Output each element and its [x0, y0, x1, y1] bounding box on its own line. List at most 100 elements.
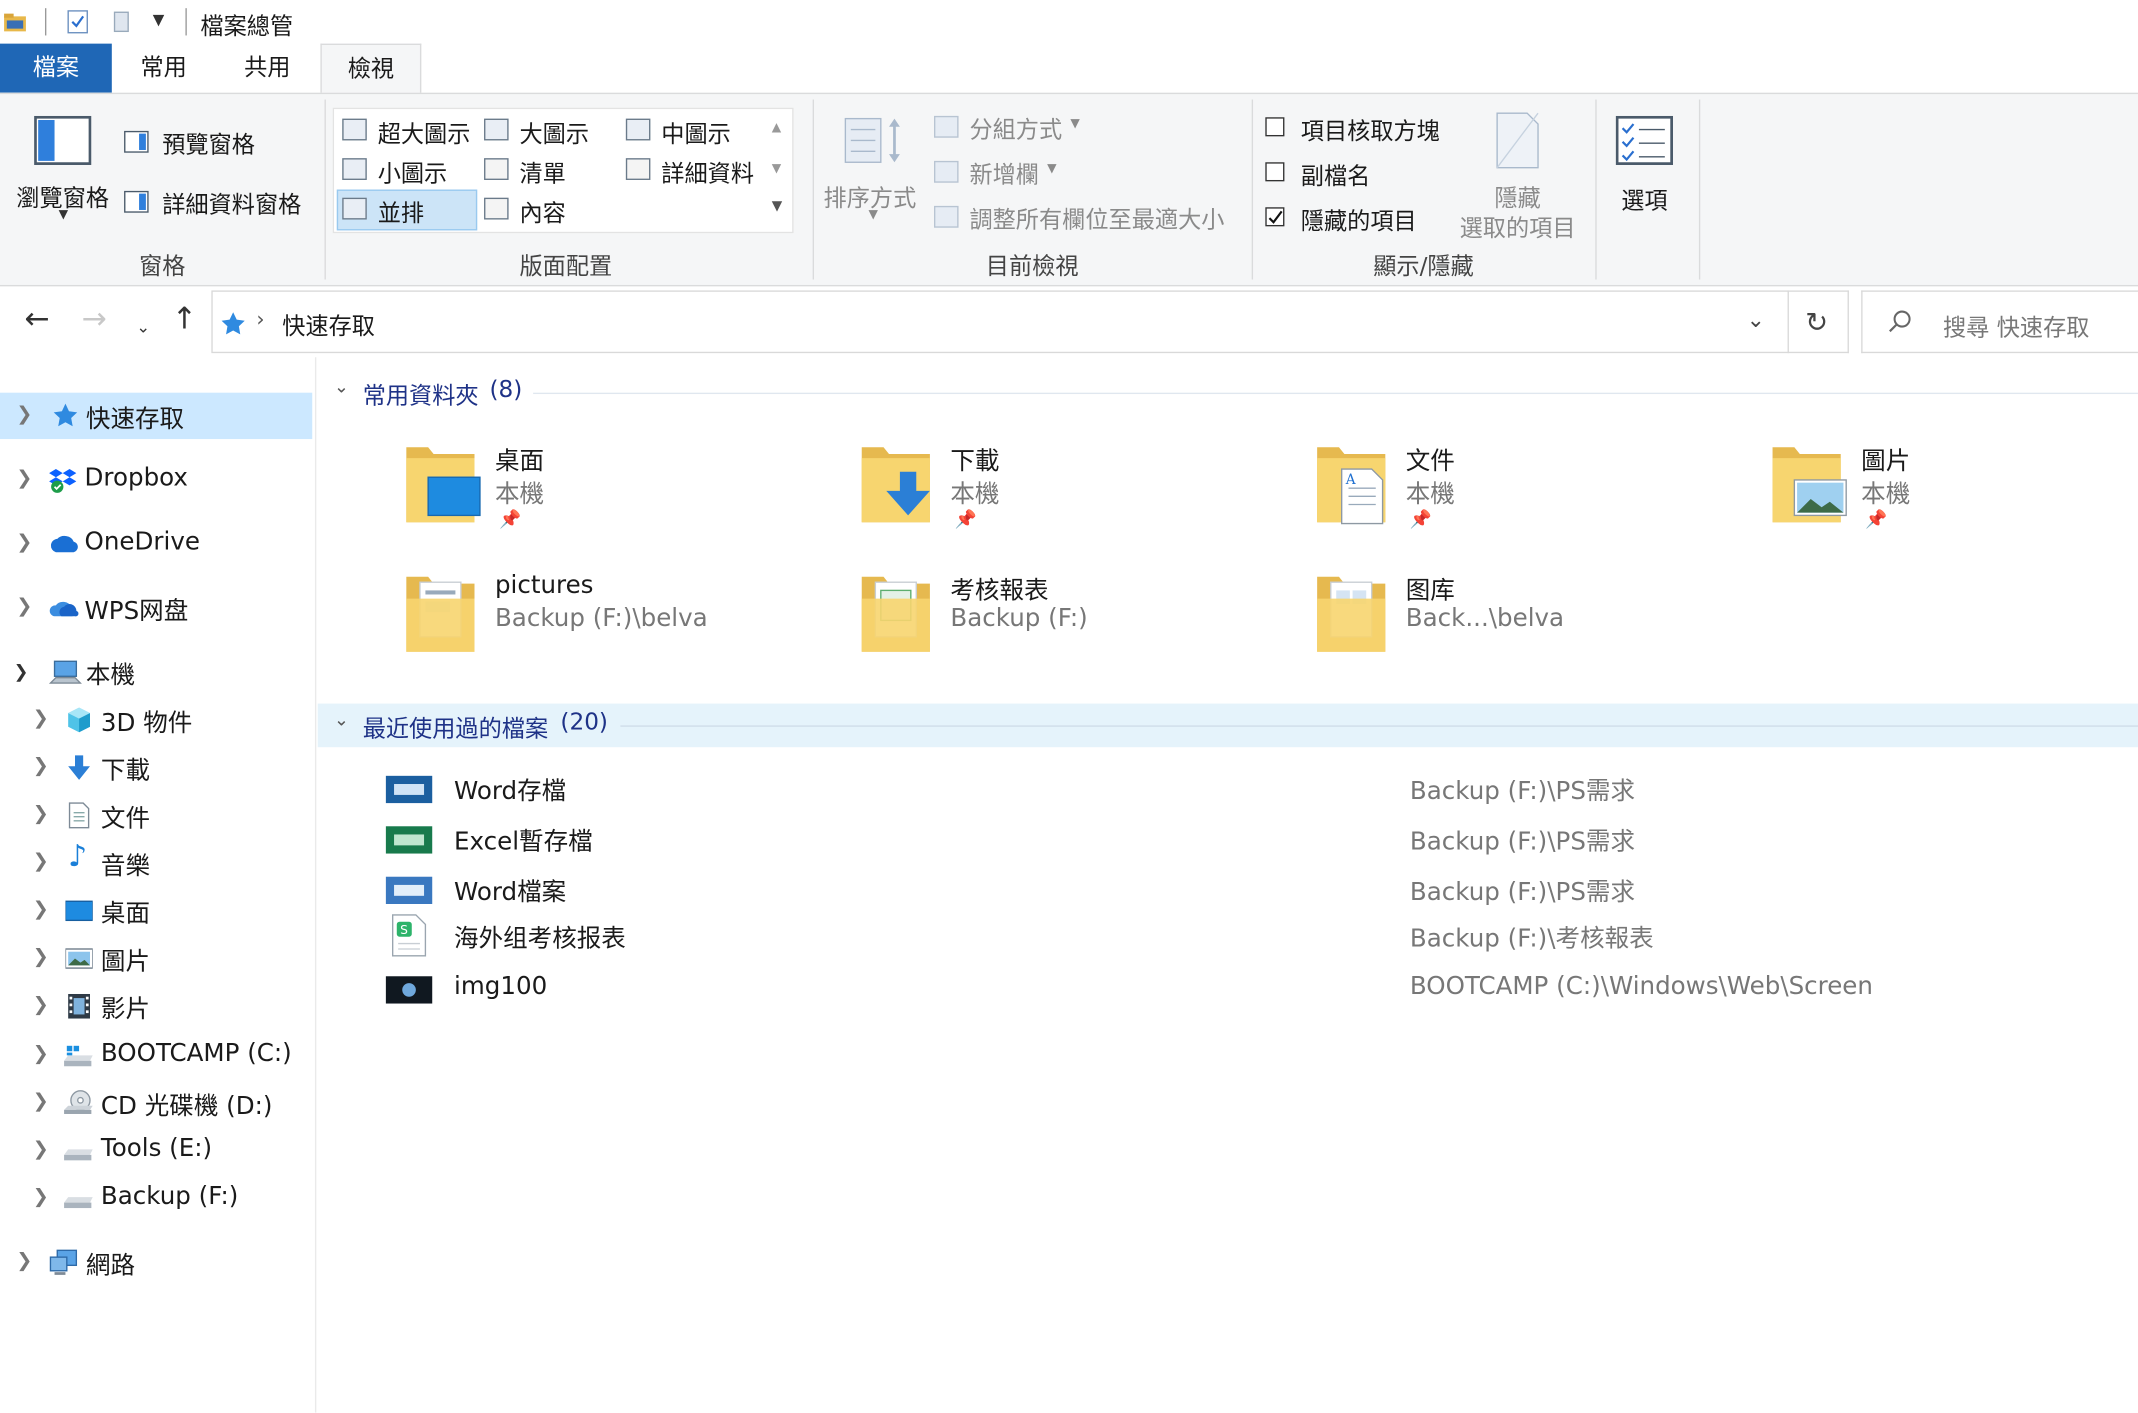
- hidden-items-checkbox[interactable]: [1265, 207, 1285, 227]
- file-path: Backup (F:)\考核報表: [1409, 924, 1654, 954]
- nav-item-music[interactable]: ❯ ♪ 音樂: [0, 840, 312, 886]
- navigation-pane-button[interactable]: 瀏覽窗格 ▼: [16, 113, 111, 222]
- back-arrow-icon[interactable]: ←: [25, 305, 50, 335]
- nav-item-documents[interactable]: ❯ 文件: [0, 792, 312, 838]
- folder-tile[interactable]: 圖片 本機 📌: [1770, 439, 2138, 554]
- tab-home[interactable]: 常用: [112, 44, 216, 93]
- chevron-right-icon[interactable]: ❯: [33, 708, 49, 730]
- sort-icon: [844, 117, 900, 163]
- nav-item-desktop[interactable]: ❯ 桌面: [0, 888, 312, 934]
- folder-location: 本機: [950, 479, 1000, 509]
- file-extensions-checkbox[interactable]: [1265, 162, 1285, 182]
- chevron-right-icon[interactable]: ❯: [16, 532, 32, 554]
- nav-label: 影片: [100, 995, 150, 1024]
- folder-tile[interactable]: 桌面 本機 📌: [404, 439, 840, 554]
- hide-selected-icon: [1496, 112, 1539, 169]
- chevron-down-icon: ▼: [58, 208, 69, 223]
- file-name: Word檔案: [454, 878, 567, 907]
- address-bar[interactable]: › 快速存取 ⌄: [211, 290, 1789, 354]
- chevron-right-icon[interactable]: ❯: [33, 899, 49, 921]
- folder-tile[interactable]: pictures Backup (F:)\belva: [404, 569, 840, 684]
- scroll-up-icon[interactable]: ▲: [772, 121, 781, 135]
- nav-item-network[interactable]: ❯ 網路: [0, 1239, 312, 1285]
- folder-name: 考核報表: [950, 576, 1049, 606]
- chevron-down-icon[interactable]: ⌄: [334, 710, 349, 730]
- recent-file-row[interactable]: Word檔案 Backup (F:)\PS需求: [385, 867, 2063, 913]
- nav-item-drive-d[interactable]: ❯ CD 光碟機 (D:): [0, 1080, 312, 1126]
- chevron-right-icon[interactable]: ❯: [16, 1250, 32, 1272]
- file-name: Word存檔: [454, 777, 567, 806]
- hide-selected-button[interactable]: 隱藏 選取的項目: [1456, 110, 1579, 243]
- chevron-right-icon[interactable]: ❯: [33, 1043, 49, 1065]
- recent-file-row[interactable]: Word存檔 Backup (F:)\PS需求: [385, 766, 2063, 812]
- section-header-recent-files[interactable]: ⌄ 最近使用過的檔案 (20): [317, 703, 2138, 748]
- star-icon: [221, 312, 245, 335]
- customize-qat-icon[interactable]: ▼: [153, 11, 165, 29]
- navigation-pane: ❯ 快速存取 ❯ Dropbox ❯ OneDrive ❯ WPS网盘 ❯ 本機…: [0, 357, 317, 1413]
- nav-item-3d-objects[interactable]: ❯ 3D 物件: [0, 697, 312, 743]
- nav-item-drive-e[interactable]: ❯ Tools (E:): [0, 1128, 312, 1174]
- section-title: 最近使用過的檔案: [362, 715, 549, 744]
- folder-tile[interactable]: 图库 Back...\belva: [1314, 569, 1750, 684]
- chevron-right-icon[interactable]: ❯: [16, 596, 32, 618]
- address-path[interactable]: 快速存取: [282, 307, 375, 341]
- recent-file-row[interactable]: Excel暫存檔 Backup (F:)\PS需求: [385, 817, 2063, 863]
- refresh-button[interactable]: ↻: [1787, 290, 1849, 354]
- tab-share[interactable]: 共用: [215, 44, 319, 93]
- chevron-right-icon[interactable]: ❯: [33, 946, 49, 968]
- navigation-pane-label: 瀏覽窗格: [16, 185, 110, 213]
- chevron-right-icon[interactable]: ❯: [16, 404, 32, 426]
- more-layouts-icon[interactable]: ▼: [772, 199, 783, 214]
- recent-file-row[interactable]: S 海外组考核报表 Backup (F:)\考核報表: [386, 914, 2063, 960]
- chevron-right-icon[interactable]: ❯: [33, 803, 49, 825]
- item-checkboxes-checkbox[interactable]: [1265, 117, 1285, 137]
- folder-tile[interactable]: 下載 本機 📌: [859, 439, 1295, 554]
- nav-item-pictures[interactable]: ❯ 圖片: [0, 935, 312, 981]
- nav-item-drive-c[interactable]: ❯ BOOTCAMP (C:): [0, 1032, 312, 1078]
- scroll-down-icon[interactable]: ▼: [772, 162, 781, 176]
- chevron-right-icon[interactable]: ❯: [33, 1186, 49, 1208]
- nav-item-drive-f[interactable]: ❯ Backup (F:): [0, 1175, 312, 1221]
- folder-tile[interactable]: A 文件 本機 📌: [1314, 439, 1750, 554]
- tab-file[interactable]: 檔案: [0, 43, 112, 93]
- nav-item-dropbox[interactable]: ❯ Dropbox: [0, 457, 312, 503]
- nav-label: 快速存取: [85, 404, 185, 434]
- chevron-right-icon[interactable]: ❯: [33, 1091, 49, 1113]
- chevron-right-icon[interactable]: ❯: [16, 468, 32, 490]
- nav-item-wps-drive[interactable]: ❯ WPS网盘: [0, 585, 312, 631]
- chevron-right-icon[interactable]: ❯: [33, 851, 49, 873]
- sort-by-button[interactable]: 排序方式 ▼: [824, 110, 922, 235]
- chevron-down-icon: ▼: [1070, 117, 1080, 131]
- layout-label: 內容: [519, 200, 566, 228]
- search-box[interactable]: 搜尋 快速存取: [1861, 290, 2138, 354]
- nav-item-onedrive[interactable]: ❯ OneDrive: [0, 521, 312, 567]
- forward-arrow-icon[interactable]: →: [82, 305, 107, 335]
- search-icon: [1889, 310, 1911, 333]
- chevron-right-icon[interactable]: ❯: [33, 755, 49, 777]
- options-button[interactable]: 選項: [1603, 115, 1685, 215]
- recent-locations-chevron-icon[interactable]: ⌄: [136, 312, 150, 342]
- section-header-frequent-folders[interactable]: ⌄ 常用資料夾 (8): [318, 371, 2138, 415]
- recent-file-row[interactable]: img100 BOOTCAMP (C:)\Windows\Web\Screen: [385, 967, 2063, 1013]
- chevron-down-icon[interactable]: ⌄: [334, 378, 349, 398]
- section-count: (20): [560, 709, 608, 737]
- nav-item-downloads[interactable]: ❯ 下載: [0, 744, 312, 790]
- folder-tile[interactable]: 考核報表 Backup (F:): [859, 569, 1295, 684]
- pin-icon: 📌: [954, 509, 977, 531]
- new-folder-icon[interactable]: [109, 10, 134, 35]
- nav-item-quick-access[interactable]: ❯ 快速存取: [0, 392, 313, 440]
- chevron-right-icon[interactable]: ❯: [33, 1139, 49, 1161]
- folder-icon: [4, 13, 26, 32]
- address-history-chevron-icon[interactable]: ⌄: [1747, 307, 1765, 333]
- file-path: Backup (F:)\PS需求: [1409, 827, 1636, 857]
- nav-item-this-pc[interactable]: ❯ 本機: [0, 649, 312, 695]
- tab-view[interactable]: 檢視: [320, 43, 422, 95]
- chevron-down-icon[interactable]: ❯: [14, 663, 29, 683]
- nav-item-videos[interactable]: ❯ 影片: [0, 983, 312, 1029]
- folder-icon: [861, 576, 930, 652]
- chevron-right-icon[interactable]: ❯: [33, 994, 49, 1016]
- nav-label: 音樂: [100, 852, 150, 881]
- properties-icon[interactable]: [65, 10, 90, 35]
- up-arrow-icon[interactable]: ↑: [172, 305, 197, 335]
- nav-label: 桌面: [100, 899, 150, 929]
